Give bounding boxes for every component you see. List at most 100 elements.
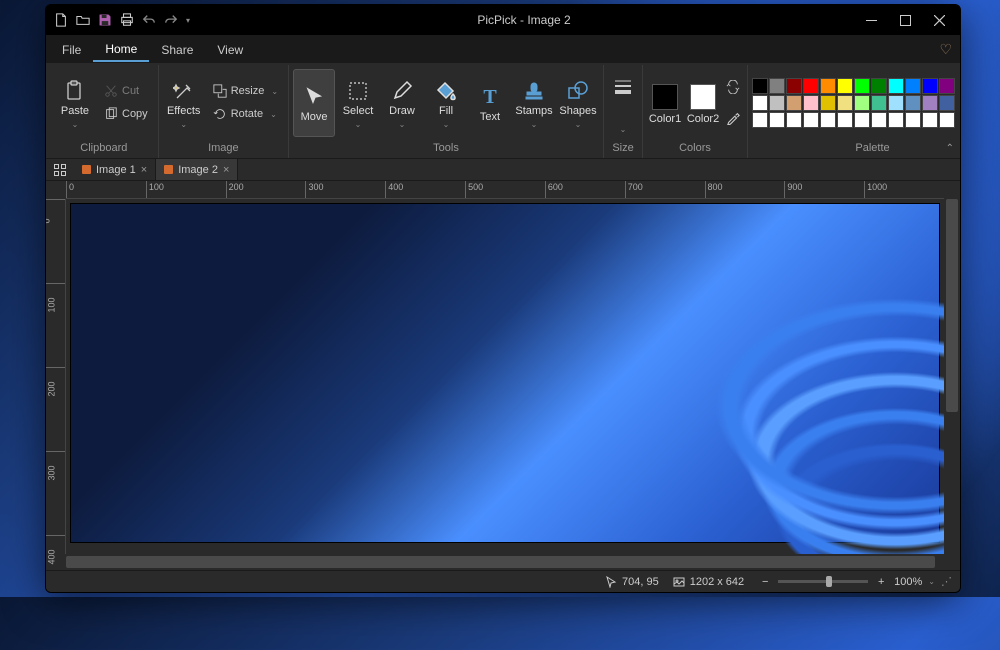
close-tab-icon[interactable]: × — [141, 164, 147, 176]
ruler-vertical[interactable]: 0100200300400 — [46, 199, 66, 554]
group-clipboard: Paste ⌄ Cut Copy Clipboard — [50, 65, 159, 158]
paste-icon — [64, 80, 86, 102]
zoom-dropdown[interactable]: ⌄ — [928, 577, 935, 586]
palette-color[interactable] — [939, 112, 955, 128]
zoom-slider[interactable] — [778, 580, 868, 583]
palette-color[interactable] — [803, 95, 819, 111]
palette-color[interactable] — [939, 78, 955, 94]
copy-button[interactable]: Copy — [98, 103, 154, 125]
color1-button[interactable]: Color1 — [647, 69, 683, 137]
palette-color[interactable] — [752, 112, 768, 128]
palette-color[interactable] — [854, 112, 870, 128]
palette-color[interactable] — [871, 78, 887, 94]
zoom-in-button[interactable]: + — [874, 576, 888, 588]
palette-color[interactable] — [854, 95, 870, 111]
palette-color[interactable] — [769, 95, 785, 111]
group-palette: More⌄ Palette — [748, 65, 961, 158]
scrollbar-horizontal[interactable] — [66, 554, 944, 570]
tab-overview-button[interactable] — [46, 159, 74, 180]
palette-color[interactable] — [922, 95, 938, 111]
color2-button[interactable]: Color2 — [685, 69, 721, 137]
new-file-button[interactable] — [50, 9, 72, 31]
palette-color[interactable] — [922, 78, 938, 94]
effects-icon — [173, 80, 195, 102]
scrollbar-vertical[interactable] — [944, 199, 960, 554]
palette-color[interactable] — [837, 95, 853, 111]
palette-color[interactable] — [786, 78, 802, 94]
window-title: PicPick - Image 2 — [196, 13, 852, 27]
palette-color[interactable] — [837, 78, 853, 94]
palette-color[interactable] — [888, 78, 904, 94]
doctab-image1[interactable]: Image 1× — [74, 159, 156, 180]
statusbar-resize-grip[interactable]: ⋰ — [941, 575, 952, 588]
paste-button[interactable]: Paste ⌄ — [54, 69, 96, 137]
qat-dropdown[interactable]: ▾ — [182, 9, 194, 31]
group-tools: Move Select⌄ Draw⌄ Fill⌄ TText Stamps⌄ S… — [289, 65, 604, 158]
palette-color[interactable] — [786, 95, 802, 111]
image-dimensions: 1202 x 642 — [673, 576, 744, 588]
palette-color[interactable] — [837, 112, 853, 128]
swap-colors-button[interactable] — [723, 76, 743, 98]
stamps-tool[interactable]: Stamps⌄ — [513, 69, 555, 137]
close-tab-icon[interactable]: × — [223, 164, 229, 176]
palette-color[interactable] — [786, 112, 802, 128]
palette-color[interactable] — [905, 112, 921, 128]
zoom-value: 100% — [894, 576, 922, 588]
tab-home[interactable]: Home — [93, 37, 149, 62]
color1-swatch — [652, 84, 678, 110]
redo-button[interactable] — [160, 9, 182, 31]
print-button[interactable] — [116, 9, 138, 31]
palette-color[interactable] — [871, 95, 887, 111]
rotate-button[interactable]: Rotate⌄ — [207, 103, 284, 125]
titlebar: ▾ PicPick - Image 2 — [46, 5, 960, 35]
palette-color[interactable] — [905, 78, 921, 94]
cursor-icon — [303, 86, 325, 108]
collapse-ribbon-button[interactable]: ⌃ — [946, 143, 954, 154]
resize-button[interactable]: Resize⌄ — [207, 80, 284, 102]
tab-file[interactable]: File — [50, 38, 93, 61]
favorite-icon[interactable]: ♡ — [939, 41, 952, 58]
palette-color[interactable] — [820, 95, 836, 111]
palette-color[interactable] — [922, 112, 938, 128]
palette-color[interactable] — [803, 112, 819, 128]
palette-color[interactable] — [854, 78, 870, 94]
ruler-horizontal[interactable] — [66, 181, 944, 199]
doctab-image2[interactable]: Image 2× — [156, 159, 238, 180]
palette-color[interactable] — [752, 78, 768, 94]
move-tool[interactable]: Move — [293, 69, 335, 137]
palette-color[interactable] — [752, 95, 768, 111]
palette-color[interactable] — [888, 112, 904, 128]
palette-color[interactable] — [803, 78, 819, 94]
palette-color[interactable] — [820, 78, 836, 94]
open-file-button[interactable] — [72, 9, 94, 31]
more-colors-button[interactable]: More⌄ — [957, 69, 961, 137]
image-canvas[interactable] — [70, 203, 940, 543]
draw-tool[interactable]: Draw⌄ — [381, 69, 423, 137]
close-button[interactable] — [922, 5, 956, 35]
shapes-tool[interactable]: Shapes⌄ — [557, 69, 599, 137]
size-selector[interactable]: ⌄ — [608, 69, 638, 137]
zoom-out-button[interactable]: − — [758, 576, 772, 588]
text-tool[interactable]: TText — [469, 69, 511, 137]
tab-view[interactable]: View — [205, 38, 255, 61]
palette-color[interactable] — [871, 112, 887, 128]
palette-color[interactable] — [769, 112, 785, 128]
tab-share[interactable]: Share — [149, 38, 205, 61]
palette-color[interactable] — [939, 95, 955, 111]
palette-color[interactable] — [888, 95, 904, 111]
save-button[interactable] — [94, 9, 116, 31]
app-window: ▾ PicPick - Image 2 File Home Share View… — [45, 4, 961, 593]
fill-tool[interactable]: Fill⌄ — [425, 69, 467, 137]
palette-color[interactable] — [820, 112, 836, 128]
minimize-button[interactable] — [854, 5, 888, 35]
maximize-button[interactable] — [888, 5, 922, 35]
palette-color[interactable] — [769, 78, 785, 94]
group-image: Effects ⌄ Resize⌄ Rotate⌄ Image — [159, 65, 289, 158]
eyedropper-button[interactable] — [723, 107, 743, 129]
palette-color[interactable] — [905, 95, 921, 111]
select-tool[interactable]: Select⌄ — [337, 69, 379, 137]
cut-button[interactable]: Cut — [98, 80, 154, 102]
color-palette — [752, 78, 955, 128]
undo-button[interactable] — [138, 9, 160, 31]
effects-button[interactable]: Effects ⌄ — [163, 69, 205, 137]
